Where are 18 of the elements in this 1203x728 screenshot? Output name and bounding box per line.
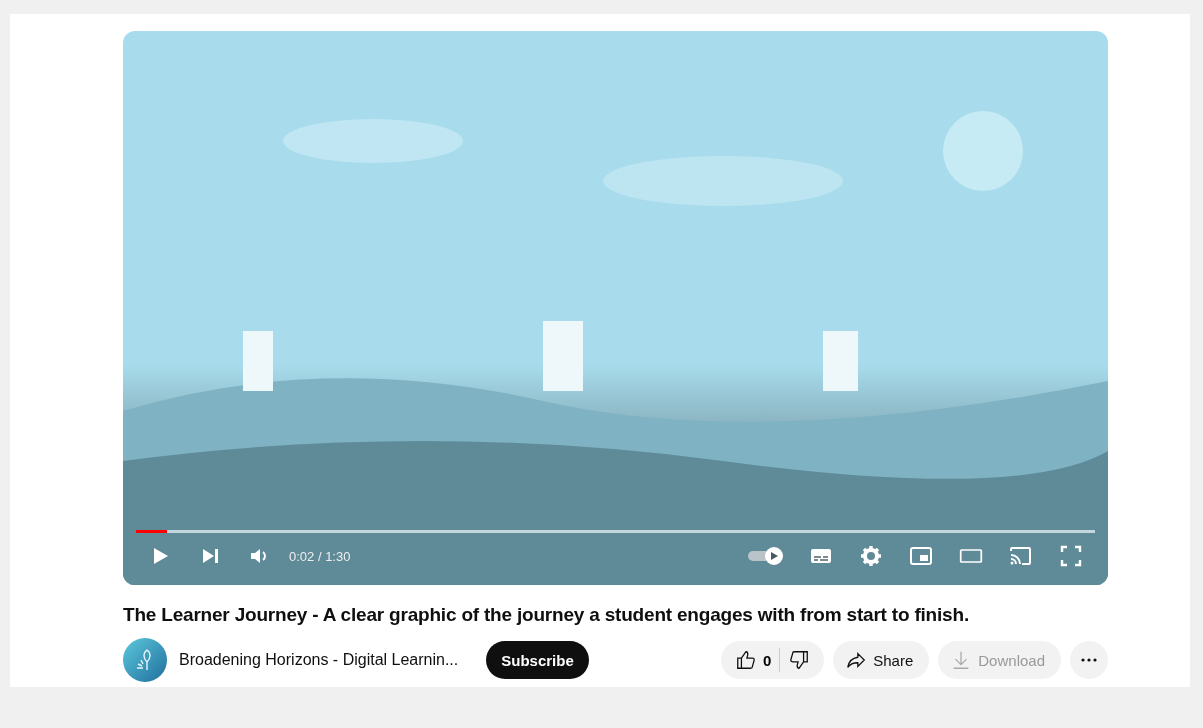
more-icon [1081,658,1097,662]
like-button[interactable]: 0 [726,641,780,679]
cast-icon[interactable] [1009,544,1033,568]
progress-bar[interactable] [136,530,1095,533]
thumbs-up-icon [734,649,757,671]
subscribe-button[interactable]: Subscribe [486,641,589,679]
video-title: The Learner Journey - A clear graphic of the journey a student engages with from start to finish. [123,604,970,626]
share-button[interactable]: Share [833,641,930,679]
channel-name[interactable]: Broadening Horizons - Digital Learnin... [179,651,459,669]
fullscreen-icon[interactable] [1059,544,1083,568]
video-time: 0:02 / 1:30 [289,548,351,564]
miniplayer-icon[interactable] [909,544,933,568]
autoplay-toggle[interactable] [746,544,786,568]
settings-icon[interactable] [859,544,883,568]
thumbs-down-icon [788,649,811,671]
share-arrow-icon [845,649,868,671]
channel-avatar[interactable] [123,638,167,682]
more-button[interactable] [1070,641,1108,679]
